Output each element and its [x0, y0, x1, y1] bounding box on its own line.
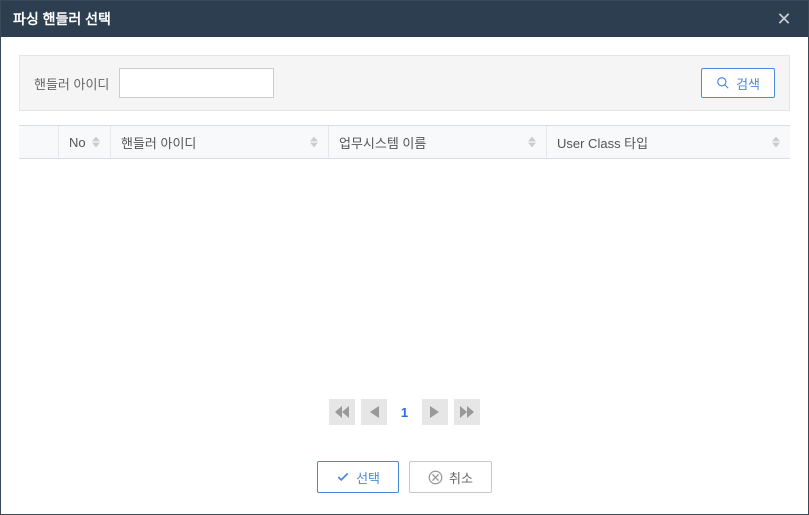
sort-icon	[310, 136, 318, 148]
cancel-icon	[428, 470, 443, 485]
page-first-button[interactable]	[329, 399, 355, 425]
search-bar: 핸들러 아이디 검색	[19, 55, 790, 111]
chevron-left-icon	[369, 406, 379, 418]
column-system-name[interactable]: 업무시스템 이름	[329, 126, 547, 158]
select-button[interactable]: 선택	[317, 461, 399, 493]
dialog-title: 파싱 핸들러 선택	[13, 9, 111, 29]
search-button[interactable]: 검색	[701, 68, 775, 98]
check-icon	[336, 470, 350, 484]
search-label: 핸들러 아이디	[34, 74, 109, 93]
page-number[interactable]: 1	[393, 405, 416, 420]
page-prev-button[interactable]	[361, 399, 387, 425]
column-handler-id[interactable]: 핸들러 아이디	[111, 126, 329, 158]
sort-icon	[772, 136, 780, 148]
double-chevron-left-icon	[335, 406, 349, 418]
column-user-class[interactable]: User Class 타입	[547, 126, 790, 158]
handler-id-input[interactable]	[119, 68, 274, 98]
search-button-label: 검색	[736, 74, 760, 93]
cancel-button-label: 취소	[449, 468, 473, 487]
table-body	[19, 159, 790, 389]
sort-icon	[528, 136, 536, 148]
close-button[interactable]: ✕	[772, 7, 796, 31]
search-icon	[716, 76, 730, 90]
column-checkbox	[19, 126, 59, 158]
double-chevron-right-icon	[460, 406, 474, 418]
close-icon: ✕	[776, 9, 791, 30]
cancel-button[interactable]: 취소	[409, 461, 492, 493]
column-no[interactable]: No	[59, 126, 111, 158]
select-button-label: 선택	[356, 468, 380, 487]
pagination: 1	[19, 399, 790, 425]
titlebar: 파싱 핸들러 선택 ✕	[1, 1, 808, 37]
page-next-button[interactable]	[422, 399, 448, 425]
table-header: No 핸들러 아이디 업무시스템 이름	[19, 125, 790, 159]
chevron-right-icon	[430, 406, 440, 418]
sort-icon	[92, 136, 100, 148]
page-last-button[interactable]	[454, 399, 480, 425]
table-area: No 핸들러 아이디 업무시스템 이름	[19, 125, 790, 389]
footer-buttons: 선택 취소	[19, 461, 790, 493]
dialog-content: 핸들러 아이디 검색 No 핸들러 아이디	[1, 37, 808, 511]
